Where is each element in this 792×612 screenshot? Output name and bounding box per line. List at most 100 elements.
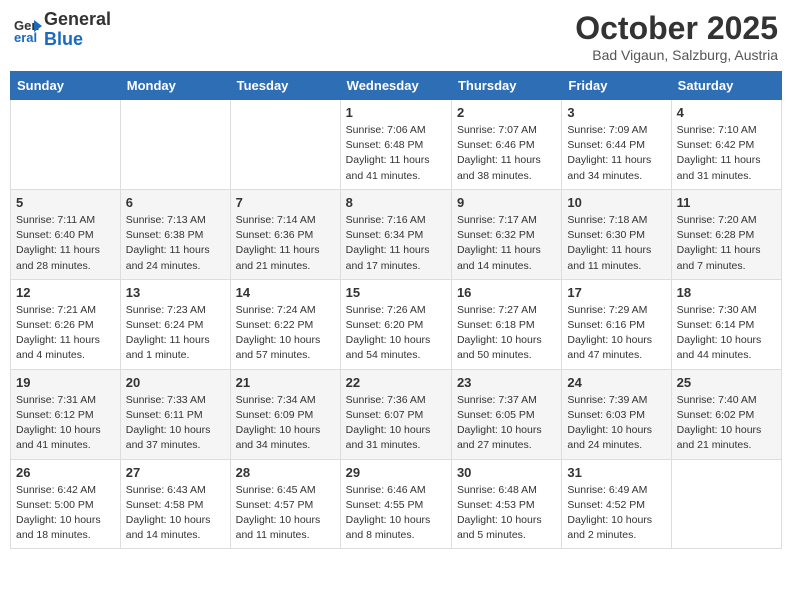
day-info: Sunrise: 6:45 AM Sunset: 4:57 PM Dayligh… — [236, 483, 335, 544]
day-info: Sunrise: 7:06 AM Sunset: 6:48 PM Dayligh… — [346, 123, 446, 184]
calendar-cell: 20Sunrise: 7:33 AM Sunset: 6:11 PM Dayli… — [120, 369, 230, 459]
day-number: 3 — [567, 105, 665, 120]
day-info: Sunrise: 7:27 AM Sunset: 6:18 PM Dayligh… — [457, 303, 556, 364]
day-info: Sunrise: 7:10 AM Sunset: 6:42 PM Dayligh… — [677, 123, 776, 184]
calendar-cell — [11, 100, 121, 190]
weekday-header-monday: Monday — [120, 72, 230, 100]
day-info: Sunrise: 7:17 AM Sunset: 6:32 PM Dayligh… — [457, 213, 556, 274]
day-number: 13 — [126, 285, 225, 300]
calendar-cell: 10 Sunrise: 7:18 AM Sunset: 6:30 PM Dayli… — [562, 189, 671, 279]
day-info: Sunrise: 7:13 AM Sunset: 6:38 PM Dayligh… — [126, 213, 225, 274]
weekday-header-row: SundayMondayTuesdayWednesdayThursdayFrid… — [11, 72, 782, 100]
calendar-cell: 17Sunrise: 7:29 AM Sunset: 6:16 PM Dayli… — [562, 279, 671, 369]
page-header: Gen eral General Blue October 2025 Bad V… — [10, 10, 782, 63]
day-info: Sunrise: 7:31 AM Sunset: 6:12 PM Dayligh… — [16, 393, 115, 454]
weekday-header-thursday: Thursday — [451, 72, 561, 100]
day-info: Sunrise: 7:11 AM Sunset: 6:40 PM Dayligh… — [16, 213, 115, 274]
day-info: Sunrise: 7:37 AM Sunset: 6:05 PM Dayligh… — [457, 393, 556, 454]
calendar-week-row: 26 Sunrise: 6:42 AM Sunset: 5:00 PM Dayli… — [11, 459, 782, 549]
weekday-header-sunday: Sunday — [11, 72, 121, 100]
day-info: Sunrise: 7:14 AM Sunset: 6:36 PM Dayligh… — [236, 213, 335, 274]
calendar-cell: 3 Sunrise: 7:09 AM Sunset: 6:44 PM Daylig… — [562, 100, 671, 190]
day-info: Sunrise: 7:23 AM Sunset: 6:24 PM Dayligh… — [126, 303, 225, 364]
day-info: Sunrise: 6:49 AM Sunset: 4:52 PM Dayligh… — [567, 483, 665, 544]
day-info: Sunrise: 7:16 AM Sunset: 6:34 PM Dayligh… — [346, 213, 446, 274]
calendar-week-row: 1 Sunrise: 7:06 AM Sunset: 6:48 PM Daylig… — [11, 100, 782, 190]
day-info: Sunrise: 7:30 AM Sunset: 6:14 PM Dayligh… — [677, 303, 776, 364]
weekday-header-saturday: Saturday — [671, 72, 781, 100]
calendar-week-row: 19 Sunrise: 7:31 AM Sunset: 6:12 PM Dayli… — [11, 369, 782, 459]
calendar-cell: 11Sunrise: 7:20 AM Sunset: 6:28 PM Dayli… — [671, 189, 781, 279]
calendar-cell: 25 Sunrise: 7:40 AM Sunset: 6:02 PM Dayli… — [671, 369, 781, 459]
calendar-cell: 2Sunrise: 7:07 AM Sunset: 6:46 PM Daylig… — [451, 100, 561, 190]
calendar-cell: 12Sunrise: 7:21 AM Sunset: 6:26 PM Dayli… — [11, 279, 121, 369]
day-info: Sunrise: 6:48 AM Sunset: 4:53 PM Dayligh… — [457, 483, 556, 544]
weekday-header-wednesday: Wednesday — [340, 72, 451, 100]
day-number: 1 — [346, 105, 446, 120]
day-number: 9 — [457, 195, 556, 210]
day-info: Sunrise: 7:34 AM Sunset: 6:09 PM Dayligh… — [236, 393, 335, 454]
calendar-cell — [671, 459, 781, 549]
day-info: Sunrise: 7:36 AM Sunset: 6:07 PM Dayligh… — [346, 393, 446, 454]
day-number: 12 — [16, 285, 115, 300]
calendar-cell: 22 Sunrise: 7:36 AM Sunset: 6:07 PM Dayli… — [340, 369, 451, 459]
day-number: 29 — [346, 465, 446, 480]
calendar-cell: 13 Sunrise: 7:23 AM Sunset: 6:24 PM Dayli… — [120, 279, 230, 369]
calendar-cell: 27 Sunrise: 6:43 AM Sunset: 4:58 PM Dayli… — [120, 459, 230, 549]
day-number: 8 — [346, 195, 446, 210]
day-number: 15 — [346, 285, 446, 300]
day-number: 5 — [16, 195, 115, 210]
day-number: 25 — [677, 375, 776, 390]
calendar-cell: 19 Sunrise: 7:31 AM Sunset: 6:12 PM Dayli… — [11, 369, 121, 459]
calendar-cell: 28 Sunrise: 6:45 AM Sunset: 4:57 PM Dayli… — [230, 459, 340, 549]
day-number: 21 — [236, 375, 335, 390]
calendar-cell: 21 Sunrise: 7:34 AM Sunset: 6:09 PM Dayli… — [230, 369, 340, 459]
day-info: Sunrise: 6:43 AM Sunset: 4:58 PM Dayligh… — [126, 483, 225, 544]
day-number: 24 — [567, 375, 665, 390]
day-info: Sunrise: 7:18 AM Sunset: 6:30 PM Dayligh… — [567, 213, 665, 274]
day-number: 10 — [567, 195, 665, 210]
day-info: Sunrise: 7:24 AM Sunset: 6:22 PM Dayligh… — [236, 303, 335, 364]
logo: Gen eral General Blue — [14, 10, 111, 50]
title-block: October 2025 Bad Vigaun, Salzburg, Austr… — [575, 10, 778, 63]
calendar-cell: 24 Sunrise: 7:39 AM Sunset: 6:03 PM Dayli… — [562, 369, 671, 459]
day-info: Sunrise: 7:29 AM Sunset: 6:16 PM Dayligh… — [567, 303, 665, 364]
day-info: Sunrise: 6:42 AM Sunset: 5:00 PM Dayligh… — [16, 483, 115, 544]
day-number: 28 — [236, 465, 335, 480]
day-number: 7 — [236, 195, 335, 210]
day-number: 27 — [126, 465, 225, 480]
day-info: Sunrise: 7:09 AM Sunset: 6:44 PM Dayligh… — [567, 123, 665, 184]
day-number: 16 — [457, 285, 556, 300]
calendar-cell: 31Sunrise: 6:49 AM Sunset: 4:52 PM Dayli… — [562, 459, 671, 549]
day-number: 26 — [16, 465, 115, 480]
day-number: 22 — [346, 375, 446, 390]
logo-general: General — [44, 9, 111, 29]
calendar-cell: 30Sunrise: 6:48 AM Sunset: 4:53 PM Dayli… — [451, 459, 561, 549]
day-number: 23 — [457, 375, 556, 390]
day-info: Sunrise: 7:20 AM Sunset: 6:28 PM Dayligh… — [677, 213, 776, 274]
calendar-cell: 7 Sunrise: 7:14 AM Sunset: 6:36 PM Daylig… — [230, 189, 340, 279]
weekday-header-tuesday: Tuesday — [230, 72, 340, 100]
svg-text:eral: eral — [14, 30, 37, 44]
calendar-cell: 9 Sunrise: 7:17 AM Sunset: 6:32 PM Daylig… — [451, 189, 561, 279]
calendar-cell: 4Sunrise: 7:10 AM Sunset: 6:42 PM Daylig… — [671, 100, 781, 190]
location: Bad Vigaun, Salzburg, Austria — [575, 47, 778, 63]
calendar-week-row: 12Sunrise: 7:21 AM Sunset: 6:26 PM Dayli… — [11, 279, 782, 369]
calendar-cell: 23 Sunrise: 7:37 AM Sunset: 6:05 PM Dayli… — [451, 369, 561, 459]
day-info: Sunrise: 7:33 AM Sunset: 6:11 PM Dayligh… — [126, 393, 225, 454]
day-info: Sunrise: 6:46 AM Sunset: 4:55 PM Dayligh… — [346, 483, 446, 544]
calendar-cell: 5 Sunrise: 7:11 AM Sunset: 6:40 PM Daylig… — [11, 189, 121, 279]
month-title: October 2025 — [575, 10, 778, 47]
day-info: Sunrise: 7:40 AM Sunset: 6:02 PM Dayligh… — [677, 393, 776, 454]
day-number: 14 — [236, 285, 335, 300]
calendar-cell: 1 Sunrise: 7:06 AM Sunset: 6:48 PM Daylig… — [340, 100, 451, 190]
day-number: 18 — [677, 285, 776, 300]
calendar-week-row: 5 Sunrise: 7:11 AM Sunset: 6:40 PM Daylig… — [11, 189, 782, 279]
calendar-cell: 15Sunrise: 7:26 AM Sunset: 6:20 PM Dayli… — [340, 279, 451, 369]
day-number: 2 — [457, 105, 556, 120]
logo-icon: Gen eral — [14, 16, 42, 44]
calendar-cell: 16 Sunrise: 7:27 AM Sunset: 6:18 PM Dayli… — [451, 279, 561, 369]
day-number: 19 — [16, 375, 115, 390]
day-info: Sunrise: 7:39 AM Sunset: 6:03 PM Dayligh… — [567, 393, 665, 454]
calendar-cell: 18 Sunrise: 7:30 AM Sunset: 6:14 PM Dayli… — [671, 279, 781, 369]
